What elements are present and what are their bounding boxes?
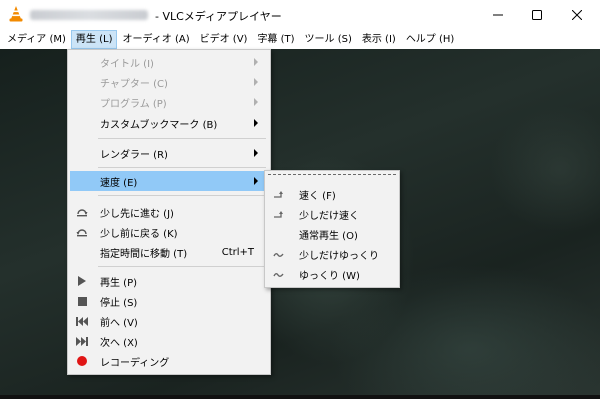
menu-item-play[interactable]: 再生 (P) — [70, 271, 268, 291]
menu-item-label: 少し先に進む (J) — [100, 208, 174, 220]
jump-backward-icon — [76, 226, 88, 238]
menu-item-speed[interactable]: 速度 (E) — [70, 171, 268, 191]
submenu-arrow-icon — [254, 149, 258, 157]
minimize-icon — [493, 14, 503, 16]
stop-icon — [76, 295, 88, 307]
menu-tools[interactable]: ツール (S) — [300, 30, 357, 49]
menu-item-chapter[interactable]: チャプター (C) — [70, 72, 268, 92]
submenu-arrow-icon — [254, 58, 258, 66]
menu-view[interactable]: 表示 (I) — [357, 30, 401, 49]
slower-fine-icon — [273, 248, 285, 260]
menu-item-faster-fine[interactable]: 少しだけ速く — [267, 204, 397, 224]
menu-bar: メディア (M) 再生 (L) オーディオ (A) ビデオ (V) 字幕 (T)… — [0, 30, 600, 49]
window-title: - VLCメディアプレイヤー — [155, 10, 282, 23]
menu-separator — [98, 138, 266, 139]
menu-item-goto-time[interactable]: 指定時間に移動 (T) Ctrl+T — [70, 242, 268, 262]
video-bottom-edge — [0, 395, 600, 399]
menu-item-stop[interactable]: 停止 (S) — [70, 291, 268, 311]
menu-item-label: プログラム (P) — [100, 98, 167, 110]
menu-item-shortcut: Ctrl+T — [221, 246, 254, 258]
menu-item-label: 速く (F) — [299, 190, 336, 202]
menu-item-label: 停止 (S) — [100, 297, 138, 309]
menu-item-label: 通常再生 (O) — [299, 230, 358, 242]
menu-item-label: 次へ (X) — [100, 337, 138, 349]
menu-separator — [98, 167, 266, 168]
previous-icon — [76, 315, 88, 327]
menu-media[interactable]: メディア (M) — [2, 30, 71, 49]
menu-item-jump-forward[interactable]: 少し先に進む (J) — [70, 202, 268, 222]
submenu-arrow-icon — [254, 98, 258, 106]
menu-item-label: ゆっくり (W) — [299, 270, 360, 282]
tear-off-line — [268, 174, 396, 175]
submenu-arrow-icon — [254, 177, 258, 185]
menu-item-normal[interactable]: 通常再生 (O) — [267, 224, 397, 244]
menu-item-renderer[interactable]: レンダラー (R) — [70, 143, 268, 163]
menu-item-label: 速度 (E) — [100, 177, 138, 189]
minimize-button[interactable] — [478, 0, 518, 30]
menu-item-jump-backward[interactable]: 少し前に戻る (K) — [70, 222, 268, 242]
menu-item-label: 前へ (V) — [100, 317, 138, 329]
menu-item-label: 少し前に戻る (K) — [100, 228, 178, 240]
menu-item-slower-fine[interactable]: 少しだけゆっくり — [267, 244, 397, 264]
play-icon — [76, 275, 88, 287]
menu-subtitle[interactable]: 字幕 (T) — [252, 30, 299, 49]
menu-video[interactable]: ビデオ (V) — [195, 30, 253, 49]
menu-item-next[interactable]: 次へ (X) — [70, 331, 268, 351]
faster-fine-icon — [273, 208, 285, 220]
title-bar: - VLCメディアプレイヤー — [0, 0, 600, 30]
blurred-media-filename — [30, 10, 148, 20]
vlc-cone-icon — [9, 6, 23, 22]
menu-separator — [98, 266, 266, 267]
menu-item-previous[interactable]: 前へ (V) — [70, 311, 268, 331]
menu-item-label: 少しだけゆっくり — [299, 250, 379, 262]
menu-item-program[interactable]: プログラム (P) — [70, 92, 268, 112]
playback-menu: タイトル (I) チャプター (C) プログラム (P) カスタムブックマーク … — [67, 49, 271, 375]
maximize-icon — [532, 10, 542, 20]
speed-submenu: 速く (F) 少しだけ速く 通常再生 (O) 少しだけゆっくり ゆっくり (W) — [264, 170, 400, 288]
maximize-button[interactable] — [517, 0, 557, 30]
menu-separator — [98, 195, 266, 196]
menu-item-label: 少しだけ速く — [299, 210, 359, 222]
menu-audio[interactable]: オーディオ (A) — [117, 30, 194, 49]
menu-item-title[interactable]: タイトル (I) — [70, 52, 268, 72]
slower-icon — [273, 268, 285, 280]
menu-item-label: カスタムブックマーク (B) — [100, 119, 218, 131]
menu-item-label: 指定時間に移動 (T) — [100, 248, 188, 260]
submenu-arrow-icon — [254, 78, 258, 86]
menu-help[interactable]: ヘルプ (H) — [401, 30, 460, 49]
menu-item-label: レンダラー (R) — [100, 149, 168, 161]
menu-playback[interactable]: 再生 (L) — [70, 30, 118, 49]
faster-icon — [273, 188, 285, 200]
menu-item-label: タイトル (I) — [100, 58, 154, 70]
menu-item-faster[interactable]: 速く (F) — [267, 184, 397, 204]
submenu-arrow-icon — [254, 119, 258, 127]
record-icon — [76, 355, 88, 367]
close-button[interactable] — [557, 0, 597, 30]
menu-item-label: 再生 (P) — [100, 277, 138, 289]
jump-forward-icon — [76, 206, 88, 218]
menu-item-label: レコーディング — [100, 357, 170, 369]
close-icon — [572, 10, 582, 20]
menu-item-label: チャプター (C) — [100, 78, 168, 90]
menu-item-bookmarks[interactable]: カスタムブックマーク (B) — [70, 113, 268, 133]
menu-item-slower[interactable]: ゆっくり (W) — [267, 264, 397, 284]
menu-item-record[interactable]: レコーディング — [70, 351, 268, 371]
next-icon — [76, 335, 88, 347]
